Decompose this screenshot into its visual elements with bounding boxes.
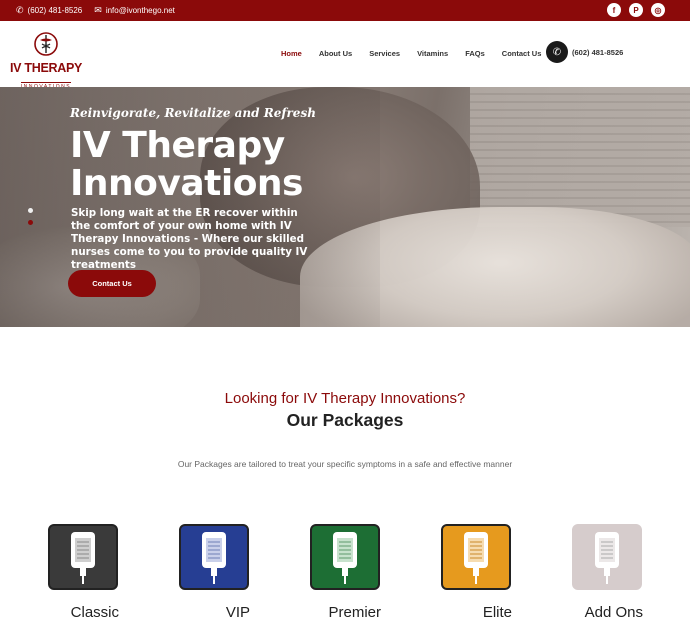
package-tile[interactable] xyxy=(48,524,118,590)
nav-item-services[interactable]: Services xyxy=(369,49,400,58)
instagram-icon[interactable]: ◎ xyxy=(651,3,665,17)
package-tile[interactable] xyxy=(441,524,511,590)
package-vip[interactable]: VIP xyxy=(178,524,250,622)
package-label: Classic xyxy=(70,604,119,621)
package-premier[interactable]: Premier xyxy=(309,524,381,622)
hero-bg-cushion xyxy=(470,87,690,227)
mail-icon: ✉ xyxy=(94,5,102,15)
main-nav: Home About Us Services Vitamins FAQs Con… xyxy=(281,49,558,58)
top-email-wrap: ✉ info@ivonthego.net xyxy=(94,5,175,16)
package-label: Add Ons xyxy=(584,604,643,621)
package-label: Premier xyxy=(328,604,381,621)
slider-dot-2[interactable] xyxy=(28,220,33,225)
hero-tagline: Reinvigorate, Revitalize and Refresh xyxy=(70,106,316,120)
package-add-ons[interactable]: Add Ons xyxy=(571,524,643,622)
contact-us-button[interactable]: Contact Us xyxy=(68,270,156,297)
iv-bag-icon xyxy=(71,532,95,584)
pinterest-icon[interactable]: P xyxy=(629,3,643,17)
packages-heading: Our Packages xyxy=(286,410,404,430)
packages-intro: Our Packages are tailored to treat your … xyxy=(177,459,513,469)
top-phone[interactable]: (602) 481-8526 xyxy=(28,6,83,15)
logo-title: IV THERAPY xyxy=(10,61,83,75)
hero-title: IV Therapy Innovations xyxy=(70,127,370,203)
top-email[interactable]: info@ivonthego.net xyxy=(106,6,175,15)
header-phone-button[interactable]: ✆ (602) 481-8526 xyxy=(546,41,623,63)
nav-item-home[interactable]: Home xyxy=(281,49,302,58)
caduceus-icon xyxy=(34,32,58,56)
top-contact: ✆ (602) 481-8526 ✉ info@ivonthego.net xyxy=(16,5,175,16)
nav-item-about-us[interactable]: About Us xyxy=(319,49,352,58)
phone-icon: ✆ xyxy=(546,41,568,63)
nav-item-vitamins[interactable]: Vitamins xyxy=(417,49,448,58)
logo[interactable]: IV THERAPY INNOVATIONS xyxy=(10,31,83,90)
hero-title-line1: IV Therapy xyxy=(70,125,285,166)
iv-bag-icon xyxy=(595,532,619,584)
social-links: f P ◎ xyxy=(607,3,665,17)
package-classic[interactable]: Classic xyxy=(47,524,119,622)
iv-bag-icon xyxy=(202,532,226,584)
iv-bag-icon xyxy=(464,532,488,584)
package-tile[interactable] xyxy=(179,524,249,590)
package-label: VIP xyxy=(225,604,250,621)
phone-icon: ✆ xyxy=(16,5,24,15)
hero-title-line2: Innovations xyxy=(70,163,303,204)
top-bar: ✆ (602) 481-8526 ✉ info@ivonthego.net f … xyxy=(0,0,690,21)
packages-sub-heading: Looking for IV Therapy Innovations? xyxy=(224,390,466,407)
site-header: IV THERAPY INNOVATIONS Home About Us Ser… xyxy=(0,21,690,90)
nav-item-faqs[interactable]: FAQs xyxy=(465,49,485,58)
hero-slider: Reinvigorate, Revitalize and Refresh IV … xyxy=(0,87,690,327)
facebook-icon[interactable]: f xyxy=(607,3,621,17)
package-label: Elite xyxy=(482,604,512,621)
nav-item-contact-us[interactable]: Contact Us xyxy=(502,49,542,58)
package-elite[interactable]: Elite xyxy=(440,524,512,622)
iv-bag-icon xyxy=(333,532,357,584)
package-tile[interactable] xyxy=(310,524,380,590)
slider-dot-1[interactable] xyxy=(28,208,33,213)
hero-description: Skip long wait at the ER recover within … xyxy=(71,207,308,271)
header-phone-number: (602) 481-8526 xyxy=(572,47,624,57)
package-tile[interactable] xyxy=(572,524,642,590)
